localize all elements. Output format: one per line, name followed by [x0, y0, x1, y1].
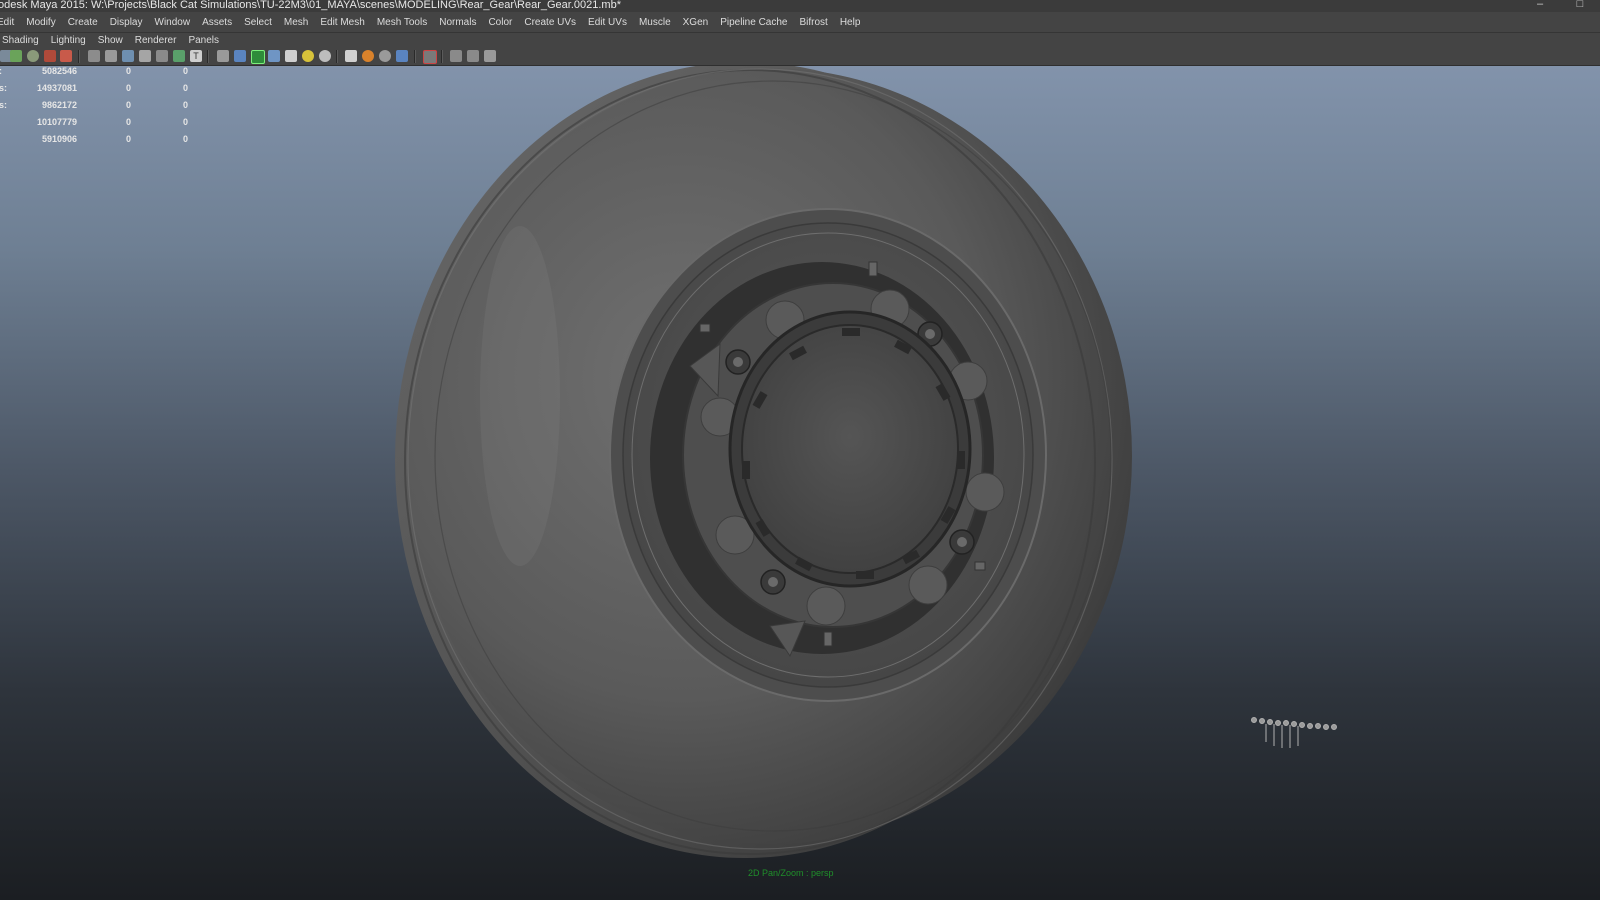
multisample-icon[interactable] [362, 50, 374, 62]
four-view-icon[interactable] [467, 50, 479, 62]
menu-display[interactable]: Display [104, 17, 149, 28]
hud-value: 14937081 [36, 83, 77, 93]
select-camera-icon[interactable] [396, 50, 408, 62]
field-chart-icon[interactable] [268, 50, 280, 62]
menu-color[interactable]: Color [482, 17, 518, 28]
menu-normals[interactable]: Normals [433, 17, 482, 28]
panel-menu-renderer[interactable]: Renderer [129, 35, 183, 46]
perspective-icon[interactable] [423, 50, 437, 64]
hub-center [741, 324, 959, 574]
hud-selected: 0 [126, 66, 132, 76]
smooth-shade-icon[interactable] [88, 50, 100, 62]
menu-edit-mesh[interactable]: Edit Mesh [314, 17, 370, 28]
camera-label: 2D Pan/Zoom : persp [748, 868, 834, 878]
menu-mesh[interactable]: Mesh [278, 17, 314, 28]
menu-edit[interactable]: Edit [0, 17, 20, 28]
menu-select[interactable]: Select [238, 17, 278, 28]
joint-cluster[interactable] [1251, 717, 1337, 749]
backface-icon[interactable] [217, 50, 229, 62]
hud-value: 9862172 [41, 100, 77, 110]
hud-components: 0 [183, 117, 189, 127]
hud-selected: 0 [126, 134, 132, 144]
lights-icon[interactable] [122, 50, 134, 62]
minimize-button[interactable]: – [1520, 0, 1560, 12]
ssao-icon[interactable] [319, 50, 331, 62]
wheel-model[interactable] [0, 66, 1600, 900]
panel-menu-panels[interactable]: Panels [182, 35, 225, 46]
menu-modify[interactable]: Modify [20, 17, 61, 28]
textured-icon[interactable] [105, 50, 117, 62]
ortho-icon[interactable] [450, 50, 462, 62]
menu-help[interactable]: Help [834, 17, 867, 28]
isolate-icon[interactable] [156, 50, 168, 62]
menu-xgen[interactable]: XGen [677, 17, 715, 28]
panel-menu-bar: Shading Lighting Show Renderer Panels [0, 33, 1600, 47]
wireframe-icon[interactable] [60, 50, 72, 62]
camera-icon[interactable] [27, 50, 39, 62]
panel-toolbar: T [0, 47, 1600, 66]
safe-action-icon[interactable] [285, 50, 297, 62]
panel-menu-shading[interactable]: Shading [0, 35, 45, 46]
hud-selected: 0 [126, 117, 132, 127]
xray-icon[interactable] [173, 50, 185, 62]
menu-pipeline-cache[interactable]: Pipeline Cache [714, 17, 793, 28]
hud-components: 0 [183, 100, 189, 110]
menu-create-uvs[interactable]: Create UVs [518, 17, 582, 28]
menu-assets[interactable]: Assets [196, 17, 238, 28]
node-icon[interactable] [484, 50, 496, 62]
restore-button[interactable]: □ [1560, 0, 1600, 12]
depth-of-field-icon[interactable] [379, 50, 391, 62]
resolution-gate-icon[interactable] [234, 50, 246, 62]
menu-mesh-tools[interactable]: Mesh Tools [371, 17, 433, 28]
panel-menu-show[interactable]: Show [92, 35, 129, 46]
xray-joints-icon[interactable]: T [190, 50, 202, 62]
hud-selected: 0 [126, 100, 132, 110]
viewport[interactable]: : 5082546 0 0 s: 14937081 0 0 s: 9862172… [0, 66, 1600, 900]
grease-pencil-icon[interactable] [302, 50, 314, 62]
menu-window[interactable]: Window [149, 17, 197, 28]
title-bar: odesk Maya 2015: W:\Projects\Black Cat S… [0, 0, 1600, 12]
camera-key-icon[interactable] [44, 50, 56, 62]
hud-components: 0 [183, 83, 189, 93]
main-menu-bar: Edit Modify Create Display Window Assets… [0, 12, 1600, 33]
motion-blur-icon[interactable] [345, 50, 357, 62]
menu-bifrost[interactable]: Bifrost [793, 17, 833, 28]
film-gate-icon[interactable] [251, 50, 265, 64]
menu-edit-uvs[interactable]: Edit UVs [582, 17, 633, 28]
film-icon[interactable] [10, 50, 22, 62]
menu-muscle[interactable]: Muscle [633, 17, 677, 28]
hud-value: 5082546 [41, 66, 77, 76]
hud-components: 0 [183, 66, 189, 76]
panel-menu-lighting[interactable]: Lighting [45, 35, 92, 46]
hud-value: 10107779 [36, 117, 77, 127]
shadows-icon[interactable] [139, 50, 151, 62]
hud-selected: 0 [126, 83, 132, 93]
menu-create[interactable]: Create [62, 17, 104, 28]
hud-value: 5910906 [41, 134, 77, 144]
window-title: odesk Maya 2015: W:\Projects\Black Cat S… [0, 0, 621, 11]
hud-components: 0 [183, 134, 189, 144]
